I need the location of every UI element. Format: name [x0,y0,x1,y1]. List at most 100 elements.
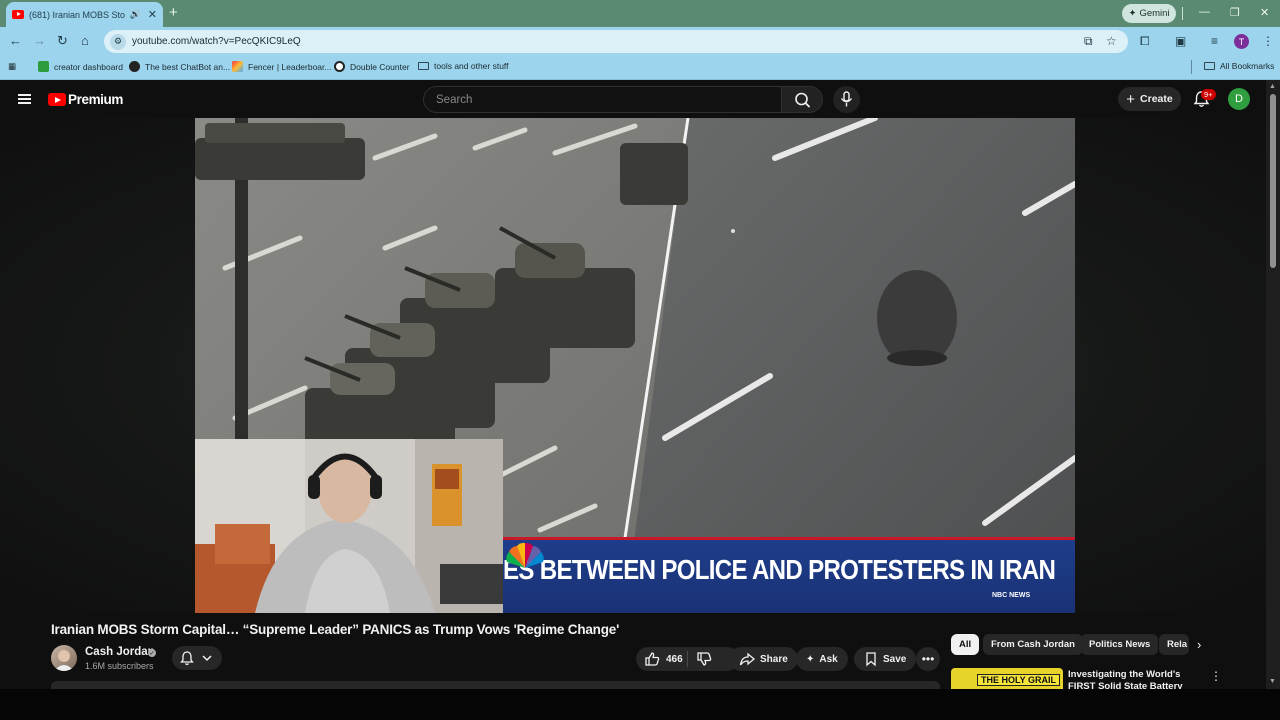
media-controls-icon[interactable]: ≡ [1211,34,1218,48]
install-app-icon[interactable]: ⧉ [1084,34,1093,49]
bookmark-label: tools and other stuff [434,61,509,71]
plus-icon: + [1126,90,1136,108]
site-info-icon[interactable]: ⚙ [110,33,126,50]
chrome-menu-icon[interactable]: ⋮ [1262,34,1274,48]
chip-all[interactable]: All [951,634,980,655]
bookmark-folder-tools[interactable]: tools and other stuff [418,61,509,71]
search-input[interactable] [436,87,766,112]
bookmark-creator-dashboard[interactable]: creator dashboard [38,61,123,72]
all-bookmarks-folder[interactable]: All Bookmarks [1204,61,1274,71]
channel-avatar[interactable] [51,645,77,671]
account-avatar[interactable]: D [1228,88,1250,110]
bookmark-label: Fencer | Leaderboar... [248,61,332,72]
voice-search-button[interactable] [833,86,860,113]
ask-label: Ask [819,653,838,665]
os-taskbar [0,689,1280,720]
chip-from-cash-jordan[interactable]: From Cash Jordan [983,634,1083,655]
url-text[interactable]: youtube.com/watch?v=PecQKIC9LeQ [132,36,301,47]
bookmarks-divider [1191,60,1192,74]
share-label: Share [760,653,788,665]
like-button[interactable]: 466 [644,651,683,667]
tabstrip-divider [1182,7,1183,20]
double-counter-icon [334,61,345,72]
create-label: Create [1140,93,1173,105]
forward-icon[interactable]: → [33,33,46,48]
search-icon [795,92,810,108]
all-bookmarks-label: All Bookmarks [1220,61,1275,71]
description-box[interactable] [51,681,940,689]
extensions-icon[interactable]: ⧠ [1140,34,1150,49]
tab-close-icon[interactable]: ✕ [148,8,157,21]
browser-tab-active[interactable]: (681) Iranian MOBS Storm Capital… “Supre… [6,2,163,27]
bookmark-label: The best ChatBot an... [145,61,231,72]
bookmark-label: creator dashboard [54,61,123,72]
reload-icon[interactable]: ↻ [57,33,68,49]
bookmarks-bar: ▦ creator dashboard The best ChatBot an.… [0,56,1280,80]
new-tab-button[interactable]: + [169,4,178,21]
video-player[interactable]: ES BETWEEN POLICE AND PROTESTERS IN IRAN… [195,118,1075,613]
folder-icon [418,62,429,70]
save-button[interactable]: Save [854,647,917,671]
restore-icon[interactable]: ❐ [1230,6,1240,19]
thumbnail-caption: THE HOLY GRAIL [977,674,1061,686]
youtube-favicon-icon [12,10,24,19]
news-chyron-text: ES BETWEEN POLICE AND PROTESTERS IN IRAN [503,554,1056,585]
like-dislike-divider [687,651,688,667]
microphone-icon [840,91,853,107]
apps-grid-icon[interactable]: ▦ [8,61,16,72]
nbc-news-label: NBC NEWS [992,592,1031,599]
bookmark-chatbot[interactable]: The best ChatBot an... [129,61,230,72]
tab-audio-icon[interactable]: 🔊 [130,9,141,20]
like-count: 466 [666,653,683,665]
verified-check-icon: ✓ [148,649,156,657]
gemini-label: Gemini [1139,8,1170,19]
chip-politics-news[interactable]: Politics News [1081,634,1159,655]
tab-search-icon[interactable]: ▣ [1175,34,1186,48]
chip-scroll-right-icon[interactable]: › [1197,637,1201,652]
streamer-webcam-overlay [195,439,503,613]
channel-name[interactable]: Cash Jordan [85,646,155,658]
share-button[interactable]: Share [729,647,798,671]
recommended-video-title[interactable]: Investigating the World's FIRST Solid St… [1068,669,1204,689]
chip-related[interactable]: Rela [1159,634,1189,655]
browser-toolbar: ← → ↻ ⌂ ⚙ youtube.com/watch?v=PecQKIC9Le… [0,27,1280,56]
sparkle-icon: ✦ [806,653,815,665]
dislike-button[interactable] [692,647,718,671]
scroll-down-icon[interactable]: ▼ [1269,678,1276,685]
bookmark-fencer[interactable]: Fencer | Leaderboar... [232,61,331,72]
address-bar[interactable]: ⚙ youtube.com/watch?v=PecQKIC9LeQ ⧉ ☆ [104,30,1128,53]
page-scrollbar[interactable]: ▲ ▼ [1266,80,1280,689]
youtube-logo-icon[interactable] [48,93,66,106]
youtube-premium-logo-text[interactable]: Premium [68,92,123,107]
ask-button[interactable]: ✦ Ask [796,647,848,671]
thumbs-down-icon [697,652,712,666]
share-arrow-icon [739,652,755,666]
minimize-icon[interactable]: — [1199,6,1210,18]
fencer-icon [232,61,243,72]
openai-icon [129,61,140,72]
tab-title: (681) Iranian MOBS Storm Capital… “Supre… [29,9,125,20]
search-button[interactable] [781,86,823,113]
hamburger-menu-icon[interactable] [18,94,31,104]
subscribed-notifications-button[interactable] [172,646,222,670]
bookmark-save-icon [866,652,876,667]
bookmark-star-icon[interactable]: ☆ [1106,34,1117,48]
scroll-up-icon[interactable]: ▲ [1269,83,1276,90]
gemini-button[interactable]: ✦ Gemini [1122,4,1176,23]
thumbs-up-icon [645,652,660,666]
recommended-video-thumbnail[interactable]: THE HOLY GRAIL [951,668,1063,689]
gemini-sparkle-icon: ✦ [1128,8,1137,19]
create-button[interactable]: + Create [1118,87,1181,111]
back-icon[interactable]: ← [9,33,22,48]
news-lower-third: ES BETWEEN POLICE AND PROTESTERS IN IRAN… [503,537,1075,613]
bookmark-double-counter[interactable]: Double Counter [334,61,410,72]
window-close-icon[interactable]: ✕ [1260,6,1269,19]
bell-chevron-icon [180,651,212,666]
browser-profile-avatar[interactable]: T [1234,34,1249,49]
search-box[interactable] [423,86,782,113]
home-icon[interactable]: ⌂ [81,33,89,48]
recommended-more-icon[interactable]: ⋮ [1210,669,1222,683]
nbc-peacock-icon [506,542,544,568]
more-actions-button[interactable]: ••• [916,647,940,671]
scrollbar-thumb[interactable] [1270,94,1276,268]
